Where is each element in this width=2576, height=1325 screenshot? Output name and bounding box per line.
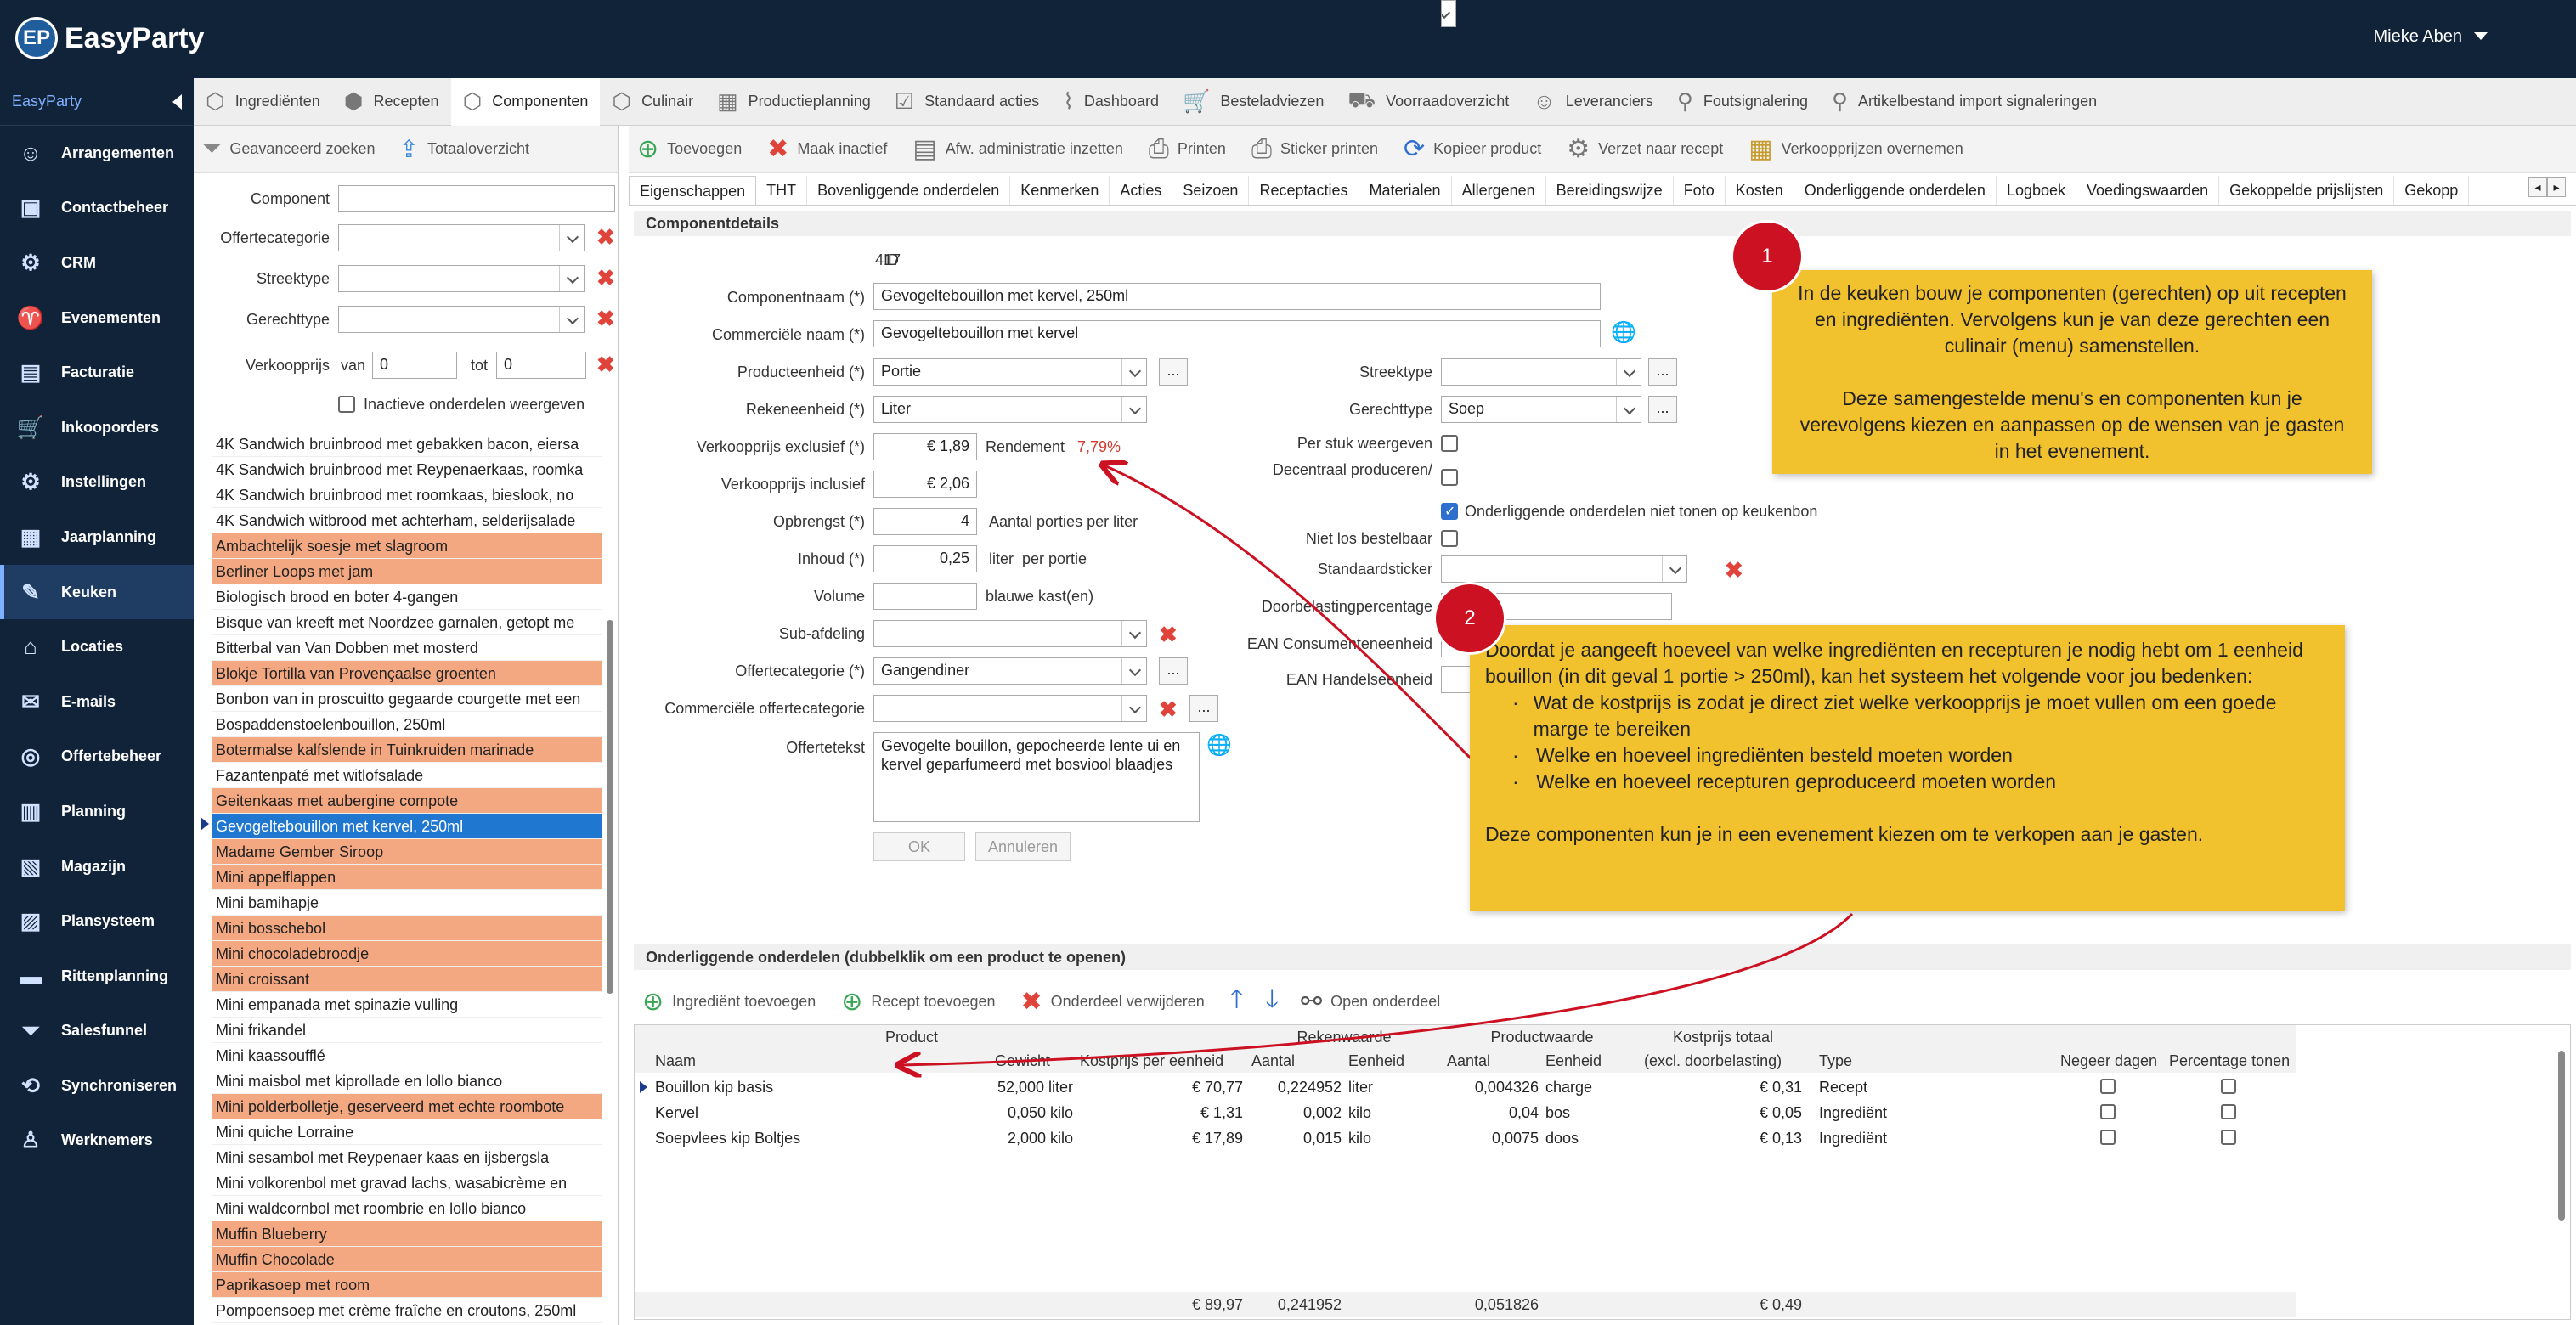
note2-end: Deze componenten kun je in een evenement… [1485, 823, 2204, 845]
annotation-badge-1: 1 [1733, 223, 1801, 290]
note2-bullet: · Wat de kostprijs is zodat je direct zie… [1485, 690, 2330, 742]
annotation-badge-2: 2 [1436, 584, 1504, 652]
arrow-to-subgrid [901, 912, 1854, 1065]
note2-b3: Welke en hoeveel recepturen geproduceerd… [1536, 770, 2057, 792]
annotation-note-1: In de keuken bouw je componenten (gerech… [1772, 270, 2372, 474]
note2-intro: Doordat je aangeeft hoeveel van welke in… [1485, 639, 2303, 687]
note2-bullet: · Welke en hoeveel recepturen geproduceer… [1485, 769, 2330, 795]
note2-bullet: · Welke en hoeveel ingrediënten besteld m… [1485, 742, 2330, 769]
note2-b2: Welke en hoeveel ingrediënten besteld mo… [1536, 744, 2013, 766]
note2-b1: Wat de kostprijs is zodat je direct ziet… [1533, 691, 2277, 740]
annotation-note-2: Doordat je aangeeft hoeveel van welke in… [1470, 625, 2345, 911]
arrow-to-rendement [1104, 465, 1477, 764]
